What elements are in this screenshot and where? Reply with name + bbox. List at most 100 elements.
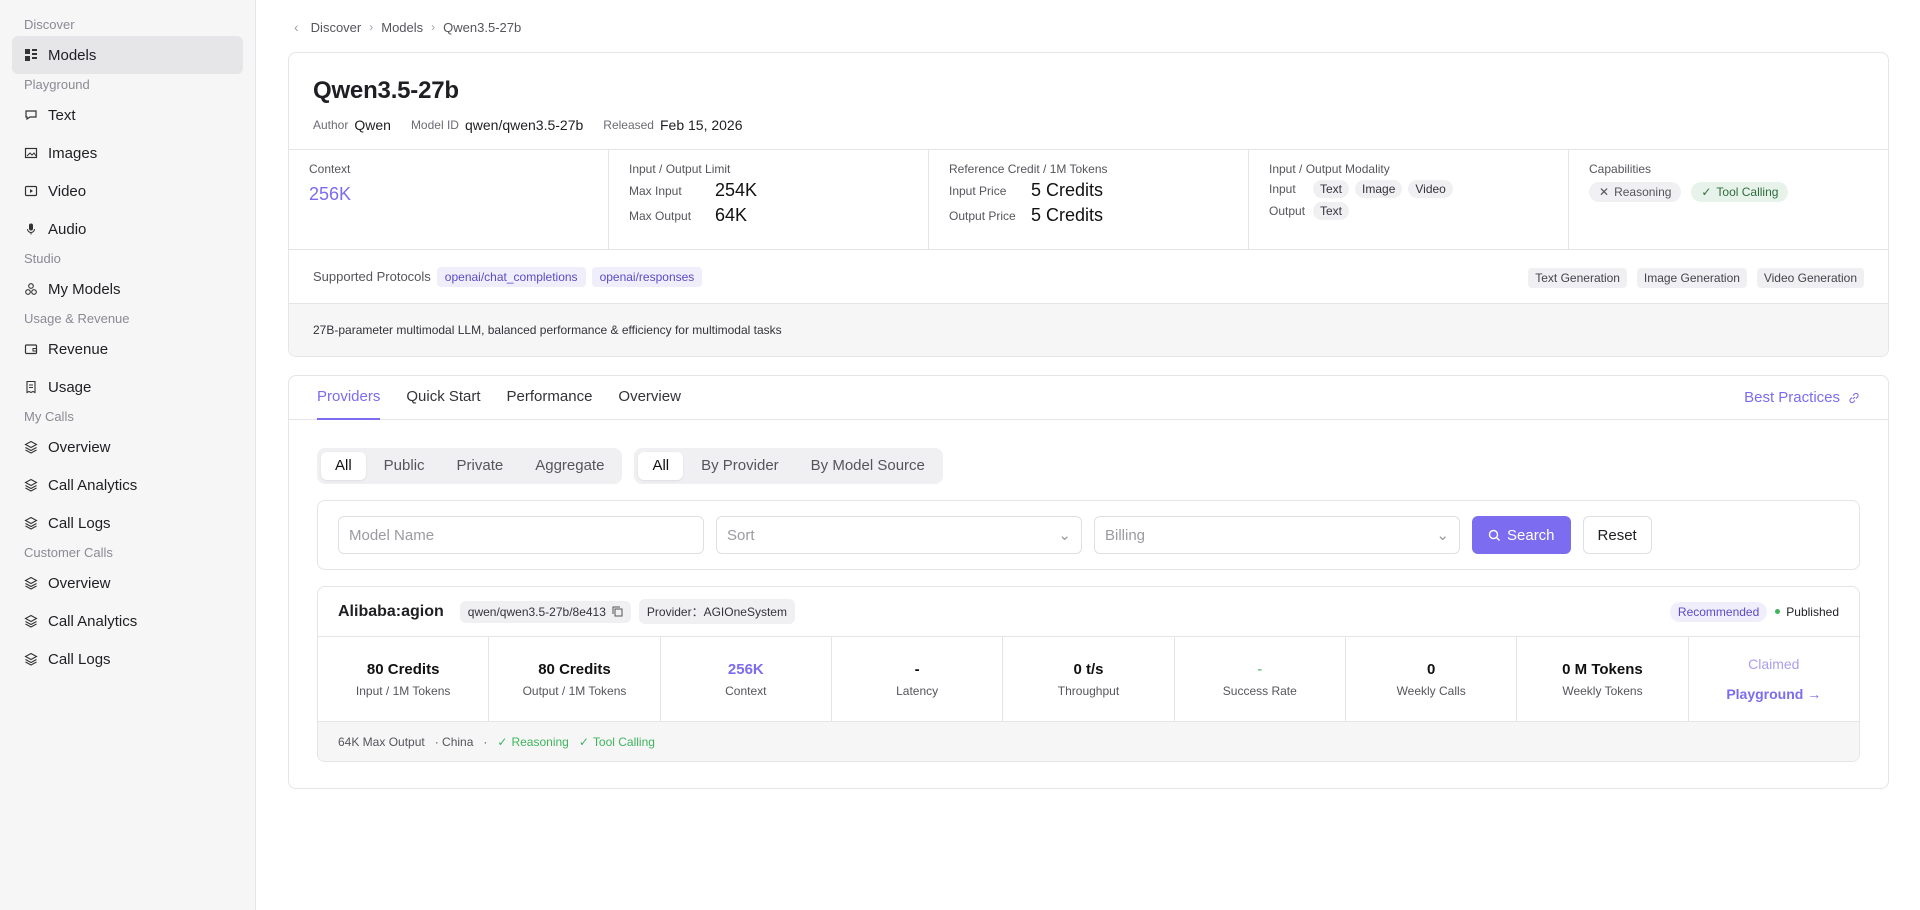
stat-capabilities: Capabilities ✕ Reasoning ✓ Tool Calling: [1569, 150, 1888, 249]
chat-icon: [25, 110, 37, 121]
best-practices-link[interactable]: Best Practices: [1744, 389, 1860, 406]
metric-value: 0 M Tokens: [1562, 660, 1643, 678]
sidebar-item-images[interactable]: Images: [12, 134, 243, 172]
max-input-row: Max Input 254K: [629, 180, 908, 201]
max-output-row: Max Output 64K: [629, 205, 908, 226]
segment-private[interactable]: Private: [443, 452, 518, 480]
search-bar: Model Name Sort ⌄ Billing ⌄ Search Reset: [317, 500, 1860, 570]
metric-success-rate: - Success Rate: [1175, 637, 1346, 721]
layers-icon: [24, 614, 38, 628]
cubes-icon: [25, 283, 37, 295]
sidebar-item-label: Video: [48, 182, 87, 200]
input-price-value: 5 Credits: [1031, 180, 1104, 200]
sidebar-item-audio[interactable]: Audio: [12, 210, 243, 248]
tab-quick-start[interactable]: Quick Start: [406, 376, 480, 420]
author-value: Qwen: [354, 117, 391, 133]
breadcrumb-models[interactable]: Models: [381, 20, 423, 35]
sidebar-item-customer-overview[interactable]: Overview: [12, 564, 243, 602]
sidebar-item-label: Images: [48, 144, 98, 162]
reset-button[interactable]: Reset: [1582, 516, 1652, 554]
stat-label: Capabilities: [1589, 162, 1652, 176]
x-icon: ✕: [1599, 185, 1610, 199]
sidebar-item-my-overview[interactable]: Overview: [12, 428, 243, 466]
tab-performance[interactable]: Performance: [507, 376, 593, 420]
wallet-icon: [24, 344, 38, 355]
page-title: Qwen3.5-27b: [313, 77, 459, 104]
billing-select[interactable]: Billing ⌄: [1094, 516, 1460, 554]
breadcrumb-discover[interactable]: Discover: [311, 20, 362, 35]
metric-context: 256K Context: [661, 637, 832, 721]
feature-label: Reasoning: [511, 734, 569, 749]
metric-weekly-tokens: 0 M Tokens Weekly Tokens: [1517, 637, 1689, 721]
metric-label: Weekly Calls: [1396, 683, 1466, 698]
protocol-chip: openai/chat_completions: [436, 266, 586, 287]
stat-label: Context: [309, 162, 351, 176]
copy-icon[interactable]: [612, 606, 623, 617]
sidebar-item-usage[interactable]: Usage: [12, 368, 243, 406]
metric-label: Context: [725, 683, 767, 698]
chevron-down-icon: ⌄: [1436, 527, 1449, 544]
max-output-label: Max Output: [629, 208, 692, 223]
sidebar-item-my-models[interactable]: My Models: [12, 270, 243, 308]
metric-value: 80 Credits: [366, 660, 440, 678]
modality-chip: Text: [1313, 180, 1350, 198]
layers-icon: [24, 576, 38, 590]
segment-by-provider[interactable]: By Provider: [687, 452, 793, 480]
sidebar-item-video[interactable]: Video: [12, 172, 243, 210]
segment-all[interactable]: All: [638, 452, 684, 480]
playground-link[interactable]: Playground →: [1726, 686, 1821, 702]
max-output-note: 64K Max Output: [338, 734, 425, 749]
sidebar-item-label: Models: [48, 46, 97, 64]
tab-overview[interactable]: Overview: [618, 376, 681, 420]
select-placeholder: Sort: [727, 526, 755, 544]
search-button[interactable]: Search: [1472, 516, 1571, 554]
sidebar-item-revenue[interactable]: Revenue: [12, 330, 243, 368]
sidebar-item-label: Overview: [48, 574, 111, 592]
model-name-input[interactable]: Model Name: [338, 516, 704, 554]
max-output-value: 64K: [715, 205, 748, 225]
claimed-label: Claimed: [1748, 656, 1800, 672]
select-placeholder: Billing: [1105, 526, 1146, 544]
sidebar-item-label: Revenue: [48, 340, 109, 358]
metric-value: 80 Credits: [538, 660, 611, 678]
model-id-value: qwen/qwen3.5-27b: [464, 117, 584, 133]
tab-providers[interactable]: Providers: [317, 376, 381, 420]
sidebar-item-label: Call Logs: [48, 650, 111, 668]
tabs: Providers Quick Start Performance Overvi…: [317, 376, 681, 420]
modality-chip: Image: [1355, 180, 1403, 198]
metric-latency: - Latency: [832, 637, 1004, 721]
route-chip[interactable]: qwen/qwen3.5-27b/8e413: [459, 600, 631, 623]
stat-credit: Reference Credit / 1M Tokens Input Price…: [929, 150, 1249, 249]
route-id: qwen/qwen3.5-27b/8e413: [467, 604, 606, 619]
status-dot-icon: [1775, 609, 1781, 614]
sidebar-item-my-logs[interactable]: Call Logs: [12, 504, 243, 542]
capability-reasoning: ✕ Reasoning: [1589, 182, 1682, 202]
sidebar-item-models[interactable]: Models: [12, 36, 243, 74]
recommended-badge: Recommended: [1669, 601, 1768, 622]
input-placeholder: Model Name: [349, 526, 435, 544]
segment-by-model-source[interactable]: By Model Source: [797, 452, 939, 480]
sidebar-item-text[interactable]: Text: [12, 96, 243, 134]
status-label: Published: [1786, 604, 1839, 619]
provider-header: Alibaba:agion qwen/qwen3.5-27b/8e413 Pro…: [318, 587, 1859, 637]
metric-value: -: [914, 660, 920, 678]
sidebar-item-my-analytics[interactable]: Call Analytics: [12, 466, 243, 504]
segment-all[interactable]: All: [321, 452, 366, 480]
back-chevron-icon[interactable]: ‹: [294, 19, 299, 35]
metric-value: 0: [1426, 660, 1436, 678]
model-id-label: Model ID: [410, 118, 459, 132]
sidebar-item-customer-analytics[interactable]: Call Analytics: [12, 602, 243, 640]
sidebar-item-customer-logs[interactable]: Call Logs: [12, 640, 243, 678]
sort-select[interactable]: Sort ⌄: [716, 516, 1082, 554]
segment-public[interactable]: Public: [370, 452, 439, 480]
segment-aggregate[interactable]: Aggregate: [521, 452, 618, 480]
image-icon: [24, 147, 38, 159]
receipt-icon: [26, 380, 36, 394]
section-usage: Usage & Revenue: [24, 311, 130, 326]
sidebar-item-label: Overview: [48, 438, 111, 456]
input-modality-label: Input: [1269, 182, 1296, 196]
chevron-right-icon: ›: [431, 20, 436, 34]
provider-metrics: 80 Credits Input / 1M Tokens 80 Credits Ou…: [318, 637, 1859, 721]
search-icon: [1488, 529, 1500, 541]
author-label: Author: [313, 118, 349, 132]
